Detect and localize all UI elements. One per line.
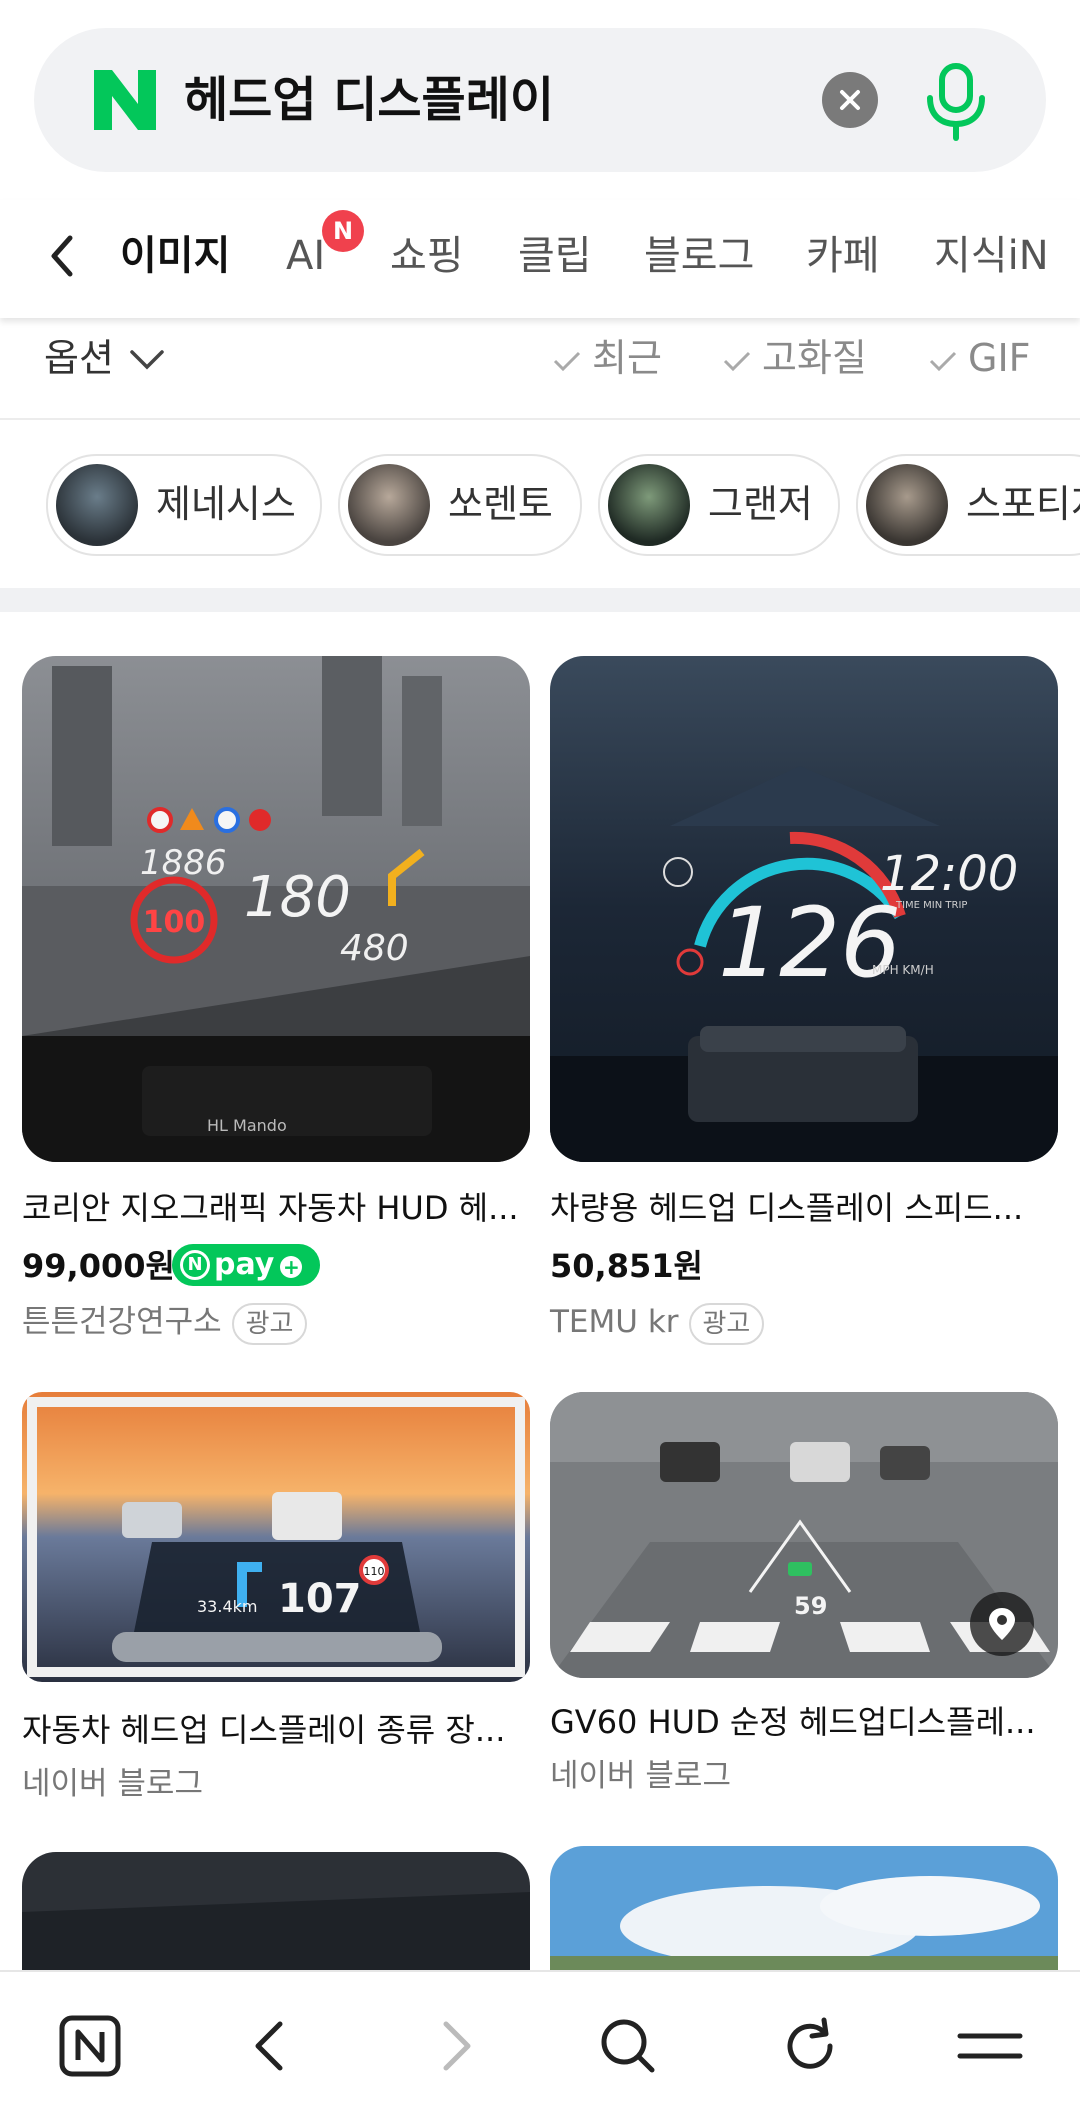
svg-text:59: 59 bbox=[794, 1592, 827, 1620]
hud-photo-1: 100 1886 180 480 HL Mando bbox=[22, 656, 530, 1162]
result-source-label: 튼튼건강연구소 bbox=[22, 1304, 222, 1340]
check-icon bbox=[929, 351, 957, 371]
tab-cafe[interactable]: 카페 bbox=[806, 228, 880, 284]
search-clear-icon[interactable] bbox=[822, 72, 878, 128]
svg-text:100: 100 bbox=[143, 905, 206, 940]
related-chip[interactable]: 스포티지 bbox=[856, 454, 1080, 556]
related-chip[interactable]: 제네시스 bbox=[46, 454, 322, 556]
microphone-icon[interactable] bbox=[914, 58, 998, 142]
search-icon[interactable] bbox=[592, 2010, 664, 2082]
filter-gif[interactable]: GIF bbox=[928, 328, 1031, 388]
result-title[interactable]: 코리안 지오그래픽 자동차 HUD 헤... bbox=[22, 1186, 519, 1230]
bottom-navigation bbox=[0, 1970, 1080, 2111]
plus-icon: + bbox=[280, 1256, 303, 1278]
npay-n-icon: N bbox=[180, 1250, 210, 1280]
result-image[interactable]: 126 12:00 TIME MIN TRIP MPH KM/H bbox=[550, 656, 1058, 1162]
location-pin-icon[interactable] bbox=[970, 1592, 1034, 1656]
check-icon bbox=[723, 351, 751, 371]
result-source: 네이버 블로그 bbox=[550, 1758, 731, 1794]
back-chevron-icon[interactable] bbox=[44, 230, 80, 282]
chip-thumbnail bbox=[866, 464, 948, 546]
npay-badge: Npay + bbox=[172, 1244, 320, 1286]
filter-gif-label: GIF bbox=[968, 336, 1031, 380]
result-source: 네이버 블로그 bbox=[22, 1766, 203, 1802]
svg-text:12:00: 12:00 bbox=[880, 846, 1018, 902]
result-price: 99,000원 bbox=[22, 1247, 175, 1285]
filter-recent[interactable]: 최근 bbox=[552, 328, 662, 388]
tab-knowledge-in[interactable]: 지식iN bbox=[934, 228, 1049, 284]
result-price: 50,851원 bbox=[550, 1247, 703, 1285]
svg-text:180: 180 bbox=[244, 865, 351, 930]
hud-photo-2: 126 12:00 TIME MIN TRIP MPH KM/H bbox=[550, 656, 1058, 1162]
filter-hd[interactable]: 고화질 bbox=[722, 328, 867, 388]
svg-text:480: 480 bbox=[340, 928, 409, 969]
svg-text:HL Mando: HL Mando bbox=[207, 1116, 287, 1135]
filter-recent-label: 최근 bbox=[592, 336, 662, 380]
options-toggle[interactable]: 옵션 bbox=[44, 328, 114, 388]
search-bar[interactable]: 헤드업 디스플레이 bbox=[34, 28, 1046, 172]
new-badge: N bbox=[322, 210, 364, 252]
chip-label: 제네시스 bbox=[156, 482, 296, 526]
svg-text:1886: 1886 bbox=[140, 843, 227, 883]
chip-label: 스포티지 bbox=[966, 482, 1080, 526]
tab-ai[interactable]: AI bbox=[286, 228, 325, 284]
tab-clip[interactable]: 클립 bbox=[518, 228, 592, 284]
chip-thumbnail bbox=[56, 464, 138, 546]
svg-text:TIME MIN TRIP: TIME MIN TRIP bbox=[895, 900, 967, 911]
section-divider bbox=[0, 588, 1080, 612]
category-tabs: 이미지 AI 쇼핑 클립 블로그 카페 지식iN bbox=[0, 200, 1080, 318]
naver-home-icon[interactable] bbox=[54, 2010, 126, 2082]
svg-text:107: 107 bbox=[278, 1576, 362, 1622]
svg-text:33.4km: 33.4km bbox=[197, 1597, 257, 1616]
result-source: 튼튼건강연구소 광고 bbox=[22, 1300, 308, 1345]
related-chip[interactable]: 쏘렌토 bbox=[338, 454, 582, 556]
tab-image[interactable]: 이미지 bbox=[120, 228, 230, 284]
chip-thumbnail bbox=[348, 464, 430, 546]
related-chip[interactable]: 그랜저 bbox=[598, 454, 840, 556]
chip-label: 쏘렌토 bbox=[448, 482, 553, 526]
result-title[interactable]: GV60 HUD 순정 헤드업디스플레... bbox=[550, 1700, 1036, 1744]
forward-icon[interactable] bbox=[418, 2010, 490, 2082]
naver-logo-icon[interactable] bbox=[90, 66, 160, 134]
hud-photo-3: 107 33.4km 110 bbox=[22, 1392, 530, 1682]
options-row: 옵션 최근 고화질 GIF bbox=[0, 318, 1080, 420]
svg-text:MPH KM/H: MPH KM/H bbox=[872, 963, 934, 977]
npay-label: pay bbox=[214, 1247, 275, 1282]
menu-icon[interactable] bbox=[954, 2010, 1026, 2082]
result-title[interactable]: 자동차 헤드업 디스플레이 종류 장... bbox=[22, 1708, 505, 1752]
result-image[interactable]: 100 1886 180 480 HL Mando bbox=[22, 656, 530, 1162]
chevron-down-icon[interactable] bbox=[128, 348, 166, 372]
ad-badge: 광고 bbox=[688, 1302, 765, 1345]
tab-shopping[interactable]: 쇼핑 bbox=[390, 228, 464, 284]
svg-text:126: 126 bbox=[718, 887, 901, 999]
chip-label: 그랜저 bbox=[708, 482, 813, 526]
result-source: TEMU kr 광고 bbox=[550, 1300, 765, 1345]
ad-badge: 광고 bbox=[231, 1302, 308, 1345]
back-icon[interactable] bbox=[236, 2010, 308, 2082]
check-icon bbox=[553, 351, 581, 371]
filter-hd-label: 고화질 bbox=[762, 336, 867, 380]
search-input[interactable]: 헤드업 디스플레이 bbox=[184, 68, 554, 132]
svg-text:110: 110 bbox=[364, 1565, 385, 1578]
chip-thumbnail bbox=[608, 464, 690, 546]
refresh-icon[interactable] bbox=[774, 2010, 846, 2082]
result-source-label: TEMU kr bbox=[550, 1304, 679, 1340]
tab-blog[interactable]: 블로그 bbox=[644, 228, 754, 284]
result-title[interactable]: 차량용 헤드업 디스플레이 스피드... bbox=[550, 1186, 1023, 1230]
result-image[interactable]: 107 33.4km 110 bbox=[22, 1392, 530, 1682]
